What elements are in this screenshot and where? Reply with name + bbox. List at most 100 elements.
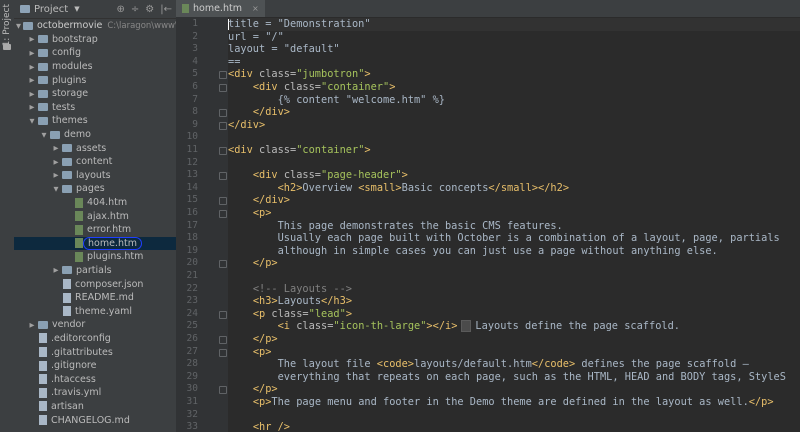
tree-item[interactable]: .gitattributes (14, 345, 176, 359)
fold-marker-icon[interactable] (219, 310, 227, 319)
chevron-right-icon[interactable]: ▶ (28, 90, 36, 98)
code-line[interactable]: <hr /> (228, 421, 800, 432)
tree-item[interactable]: error.htm (14, 223, 176, 237)
chevron-right-icon[interactable]: ▶ (52, 158, 60, 166)
tree-item[interactable]: ▶ partials (14, 264, 176, 278)
chevron-right-icon[interactable]: ▶ (28, 321, 36, 329)
code-line[interactable]: url = "/" (228, 31, 800, 44)
tree-item[interactable]: composer.json (14, 277, 176, 291)
code-line[interactable]: layout = "default" (228, 43, 800, 56)
tree-item[interactable]: ▶ config (14, 46, 176, 60)
tree-item[interactable]: ▶ vendor (14, 318, 176, 332)
code-line[interactable]: Usually each page built with October is … (228, 232, 800, 245)
intention-bulb-icon[interactable] (461, 320, 472, 333)
chevron-down-icon[interactable]: ▼ (74, 5, 79, 13)
code-line[interactable]: <div class="container"> (228, 144, 800, 157)
tree-item[interactable]: ▶ layouts (14, 169, 176, 183)
code-line[interactable]: <div class="page-header"> (228, 169, 800, 182)
tree-item[interactable]: ▶ storage (14, 87, 176, 101)
code-line[interactable]: title = "Demonstration" (228, 18, 800, 31)
code-line[interactable]: == (228, 56, 800, 69)
tree-item[interactable]: artisan (14, 400, 176, 414)
tree-item[interactable]: ▼ pages (14, 182, 176, 196)
hide-panel-icon[interactable]: |← (160, 4, 172, 15)
code-line[interactable] (228, 270, 800, 283)
chevron-right-icon[interactable]: ▶ (28, 76, 36, 84)
fold-marker-icon[interactable] (219, 147, 227, 155)
fold-marker-icon[interactable] (219, 386, 227, 395)
tree-item[interactable]: home.htm (14, 236, 176, 251)
code-line[interactable]: <!-- Layouts --> (228, 283, 800, 296)
collapse-icon[interactable]: ÷ (131, 4, 139, 15)
code-line[interactable]: <i class="icon-th-large"></i> Layouts def… (228, 320, 800, 333)
fold-marker-icon[interactable] (219, 71, 227, 80)
close-icon[interactable]: × (252, 4, 259, 13)
code-line[interactable]: <p> (228, 207, 800, 220)
tree-item[interactable]: ▼ demo (14, 128, 176, 142)
code-line[interactable]: </p> (228, 383, 800, 396)
chevron-right-icon[interactable]: ▶ (52, 266, 60, 274)
code-line[interactable]: <h3>Layouts</h3> (228, 295, 800, 308)
fold-marker-icon[interactable] (219, 84, 227, 92)
code-line[interactable]: <h2>Overview <small>Basic concepts</smal… (228, 182, 800, 195)
code-line[interactable]: everything that repeats on each page, su… (228, 371, 800, 384)
chevron-down-icon[interactable]: ▼ (40, 131, 48, 139)
chevron-right-icon[interactable]: ▶ (28, 49, 36, 57)
tree-item[interactable]: ▶ content (14, 155, 176, 169)
code-line[interactable]: {% content "welcome.htm" %} (228, 94, 800, 107)
chevron-right-icon[interactable]: ▶ (52, 144, 60, 152)
code-line[interactable]: </div> (228, 106, 800, 119)
code-line[interactable] (228, 157, 800, 170)
fold-marker-icon[interactable] (219, 336, 227, 344)
fold-marker-icon[interactable] (219, 348, 227, 357)
tree-item[interactable]: .gitignore (14, 359, 176, 373)
tree-item[interactable]: ▶ assets (14, 141, 176, 155)
code-line[interactable] (228, 131, 800, 144)
tree-root[interactable]: ▼ octobermovie C:\laragon\www\oc (14, 19, 176, 33)
fold-marker-icon[interactable] (219, 172, 227, 181)
tree-item[interactable]: plugins.htm (14, 250, 176, 264)
code-editor[interactable]: title = "Demonstration" url = "/" layout =… (228, 17, 800, 432)
code-line[interactable]: </div> (228, 194, 800, 207)
tree-item[interactable]: .htaccess (14, 372, 176, 386)
code-line[interactable]: <div class="jumbotron"> (228, 68, 800, 81)
code-line[interactable] (228, 409, 800, 422)
fold-marker-icon[interactable] (219, 121, 227, 130)
tree-item[interactable]: ajax.htm (14, 209, 176, 223)
locate-icon[interactable]: ⊕ (117, 4, 125, 15)
code-line[interactable]: This page demonstrates the basic CMS fea… (228, 220, 800, 233)
tree-item[interactable]: 404.htm (14, 196, 176, 210)
code-line[interactable]: although in simple cases you can just us… (228, 245, 800, 258)
chevron-down-icon[interactable]: ▼ (16, 22, 21, 30)
fold-marker-icon[interactable] (219, 210, 227, 218)
code-line[interactable]: <div class="container"> (228, 81, 800, 94)
fold-marker-icon[interactable] (219, 109, 227, 118)
chevron-down-icon[interactable]: ▼ (52, 185, 60, 193)
chevron-right-icon[interactable]: ▶ (52, 171, 60, 179)
code-line[interactable]: <p> (228, 346, 800, 359)
chevron-right-icon[interactable]: ▶ (28, 63, 36, 71)
tree-item[interactable]: .editorconfig (14, 332, 176, 346)
code-line[interactable]: <p class="lead"> (228, 308, 800, 321)
tree-item[interactable]: theme.yaml (14, 304, 176, 318)
project-view-selector[interactable]: Project (34, 4, 68, 15)
chevron-down-icon[interactable]: ▼ (28, 117, 36, 125)
fold-marker-icon[interactable] (219, 197, 227, 206)
tree-item[interactable]: ▶ tests (14, 101, 176, 115)
code-line[interactable]: The layout file <code>layouts/default.ht… (228, 358, 800, 371)
project-tool-window-button[interactable]: 1: Project (1, 4, 13, 46)
code-line[interactable]: </p> (228, 333, 800, 346)
chevron-right-icon[interactable]: ▶ (28, 103, 36, 111)
code-line[interactable]: </p> (228, 257, 800, 270)
tree-item[interactable]: .travis.yml (14, 386, 176, 400)
code-line[interactable]: <p>The page menu and footer in the Demo … (228, 396, 800, 409)
tree-item[interactable]: README.md (14, 291, 176, 305)
tree-item[interactable]: ▶ plugins (14, 73, 176, 87)
chevron-right-icon[interactable]: ▶ (28, 35, 36, 43)
tree-item[interactable]: ▶ bootstrap (14, 33, 176, 47)
code-line[interactable]: </div> (228, 119, 800, 132)
tree-item[interactable]: ▶ modules (14, 60, 176, 74)
fold-marker-icon[interactable] (219, 260, 227, 269)
tree-item[interactable]: CHANGELOG.md (14, 413, 176, 427)
tree-item[interactable]: ▼ themes (14, 114, 176, 128)
